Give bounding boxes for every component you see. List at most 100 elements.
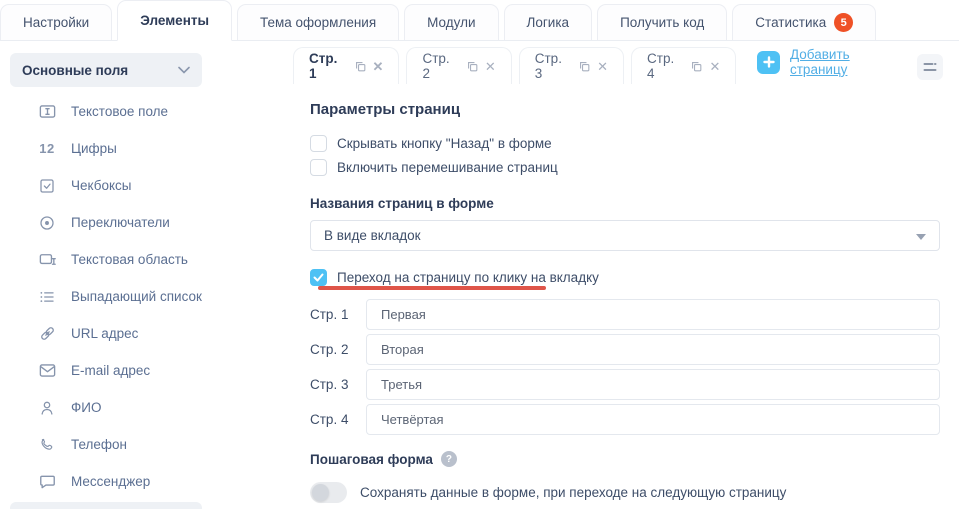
tab-label: Настройки: [23, 15, 90, 30]
page-name-input-3[interactable]: [366, 369, 940, 400]
tab-label: Модули: [427, 15, 476, 30]
textarea-icon: [36, 250, 58, 269]
sidebar-item-email[interactable]: E-mail адрес: [0, 352, 290, 389]
hide-back-button-row: Скрывать кнопку "Назад" в форме: [310, 131, 940, 155]
sidebar-item-radios[interactable]: Переключатели: [0, 204, 290, 241]
add-page-link[interactable]: Добавить страницу: [790, 47, 909, 77]
close-page-icon[interactable]: ✕: [709, 60, 720, 73]
sidebar-item-text-field[interactable]: Текстовое поле: [0, 93, 290, 130]
panel-title: Параметры страниц: [310, 101, 461, 118]
page-names-section-label: Названия страниц в форме: [310, 196, 494, 211]
sort-settings-icon[interactable]: [917, 54, 943, 80]
envelope-icon: [36, 361, 58, 380]
page-tab-1[interactable]: Стр. 1 ✕: [293, 47, 400, 84]
copy-page-icon[interactable]: [467, 61, 478, 72]
tab-label: Статистика: [755, 15, 827, 30]
tab-theme[interactable]: Тема оформления: [237, 4, 400, 40]
sidebar-item-checkboxes[interactable]: Чекбоксы: [0, 167, 290, 204]
sidebar-item-label: Текстовое поле: [71, 104, 169, 119]
sidebar-item-textarea[interactable]: Текстовая область: [0, 241, 290, 278]
page-name-input-2[interactable]: [366, 334, 940, 365]
sidebar-group-label: Основные поля: [22, 62, 129, 78]
add-page-button[interactable]: [757, 50, 780, 74]
checkbox-label: Включить перемешивание страниц: [337, 159, 558, 175]
page-name-inputs: Стр. 1 Стр. 2 Стр. 3 Стр. 4: [310, 299, 940, 435]
sidebar-item-label: Переключатели: [71, 215, 170, 230]
sidebar-item-full-name[interactable]: ФИО: [0, 389, 290, 426]
save-data-toggle[interactable]: [310, 482, 347, 503]
tab-modules[interactable]: Модули: [404, 4, 499, 40]
page-tab-4[interactable]: Стр. 4 ✕: [631, 47, 737, 84]
help-icon[interactable]: ?: [440, 451, 457, 467]
close-page-icon[interactable]: ✕: [485, 60, 496, 73]
chevron-down-icon: [916, 234, 926, 240]
close-page-icon[interactable]: ✕: [597, 60, 608, 73]
select-value: В виде вкладок: [324, 228, 421, 243]
sidebar-item-label: Текстовая область: [71, 252, 188, 267]
page-name-row-1: Стр. 1: [310, 299, 940, 330]
shuffle-pages-row: Включить перемешивание страниц: [310, 155, 940, 179]
sidebar-next-group-partial[interactable]: [10, 502, 202, 509]
red-annotation-underline: [318, 286, 546, 290]
chevron-down-icon: [178, 66, 190, 74]
page-names-display-select[interactable]: В виде вкладок: [310, 220, 940, 251]
tab-settings[interactable]: Настройки: [0, 4, 113, 40]
tab-elements[interactable]: Элементы: [117, 0, 232, 41]
checkbox-icon: [36, 177, 58, 195]
sidebar-item-url[interactable]: URL адрес: [0, 315, 290, 352]
page-tab-3[interactable]: Стр. 3 ✕: [518, 47, 625, 84]
tab-label: Логика: [526, 15, 570, 30]
sidebar-item-label: Чекбоксы: [71, 178, 132, 193]
fields-sidebar: Основные поля Текстовое поле 12 Цифры Че…: [0, 41, 290, 509]
page-name-label: Стр. 4: [310, 412, 349, 427]
sidebar-item-label: E-mail адрес: [71, 363, 151, 378]
sidebar-item-label: ФИО: [71, 400, 102, 415]
page-name-label: Стр. 2: [310, 342, 349, 357]
page-tab-bar: Стр. 1 ✕ Стр. 2 ✕ Стр. 3 ✕ Стр. 4 ✕ Доба…: [293, 46, 909, 84]
phone-icon: [36, 436, 58, 454]
toggle-knob: [312, 484, 329, 501]
page-name-input-4[interactable]: [366, 404, 940, 435]
add-page-group: Добавить страницу: [757, 47, 909, 77]
copy-page-icon[interactable]: [691, 61, 702, 72]
sidebar-item-messenger[interactable]: Мессенджер: [0, 463, 290, 500]
statistics-badge: 5: [834, 13, 854, 32]
tab-click-navigation-checkbox[interactable]: [310, 268, 327, 286]
tab-label: Получить код: [620, 15, 705, 30]
close-page-icon[interactable]: ✕: [373, 60, 384, 73]
sidebar-item-label: Выпадающий список: [71, 289, 202, 304]
digits-icon: 12: [39, 141, 55, 156]
page-name-label: Стр. 3: [310, 377, 349, 392]
page-tab-2[interactable]: Стр. 2 ✕: [406, 47, 512, 84]
step-form-label: Пошаговая форма: [310, 451, 433, 467]
sidebar-item-phone[interactable]: Телефон: [0, 426, 290, 463]
tab-statistics[interactable]: Статистика 5: [732, 4, 877, 40]
page-name-row-4: Стр. 4: [310, 404, 940, 435]
tab-click-navigation-row: Переход на страницу по клику на вкладку: [310, 264, 940, 290]
shuffle-pages-checkbox[interactable]: [310, 158, 327, 176]
copy-page-icon[interactable]: [579, 61, 590, 72]
page-name-input-1[interactable]: [366, 299, 940, 330]
page-name-label: Стр. 1: [310, 307, 349, 322]
tab-logic[interactable]: Логика: [503, 4, 593, 40]
hide-back-checkbox[interactable]: [310, 134, 327, 152]
copy-page-icon[interactable]: [355, 61, 366, 72]
link-icon: [36, 324, 58, 343]
sidebar-item-label: Цифры: [71, 141, 117, 156]
page-tab-label: Стр. 2: [422, 51, 450, 81]
tab-get-code[interactable]: Получить код: [597, 4, 728, 40]
main-panel: Стр. 1 ✕ Стр. 2 ✕ Стр. 3 ✕ Стр. 4 ✕ Доба…: [290, 41, 959, 509]
app-window: Настройки Элементы Тема оформления Модул…: [0, 0, 959, 509]
save-data-toggle-row: Сохранять данные в форме, при переходе н…: [310, 482, 940, 503]
page-tab-label: Стр. 1: [309, 51, 338, 81]
top-tab-bar: Настройки Элементы Тема оформления Модул…: [0, 0, 959, 41]
sidebar-group-basic-fields[interactable]: Основные поля: [10, 53, 202, 87]
sidebar-item-label: Телефон: [71, 437, 128, 452]
sidebar-item-digits[interactable]: 12 Цифры: [0, 130, 290, 167]
sidebar-item-dropdown-list[interactable]: Выпадающий список: [0, 278, 290, 315]
sidebar-item-label: URL адрес: [71, 326, 139, 341]
sidebar-field-list: Текстовое поле 12 Цифры Чекбоксы Переклю…: [0, 93, 290, 500]
text-cursor-icon: [36, 102, 58, 121]
list-icon: [36, 288, 58, 306]
chat-bubble-icon: [36, 472, 58, 491]
